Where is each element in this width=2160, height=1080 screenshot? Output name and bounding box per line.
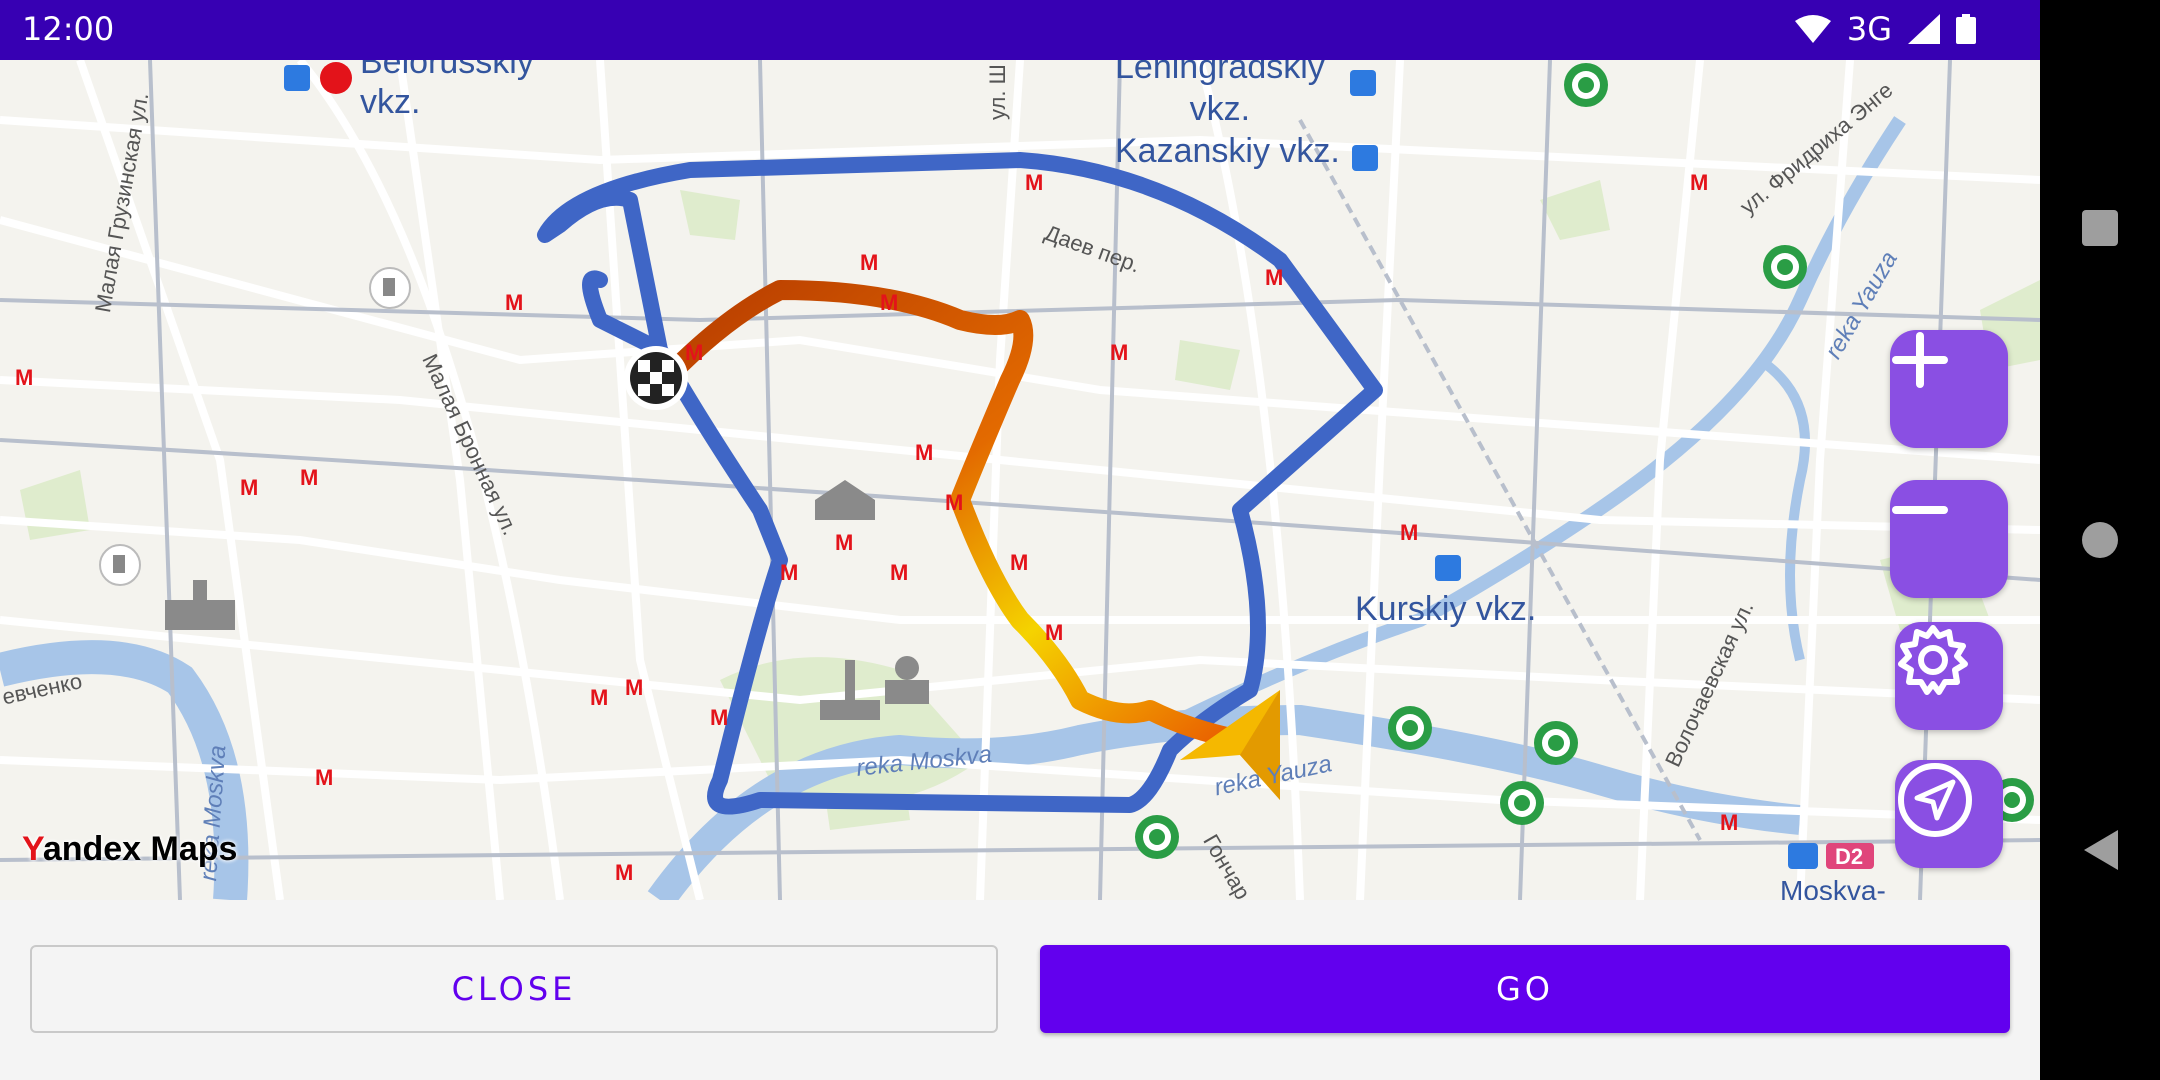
metro-icon: M <box>890 560 908 585</box>
metro-icon: M <box>1265 265 1283 290</box>
train-icon <box>1788 843 1818 869</box>
fuel-station-icon <box>1564 63 1608 107</box>
metro-icon: M <box>1010 550 1028 575</box>
fuel-station-icon <box>1500 781 1544 825</box>
home-button[interactable] <box>2040 520 2160 560</box>
metro-icon: M <box>15 365 33 390</box>
theater-icon <box>815 480 875 520</box>
cathedral-icon <box>885 656 929 704</box>
settings-button[interactable] <box>1895 622 2003 730</box>
fuel-station-icon <box>1534 721 1578 765</box>
metro-icon: M <box>780 560 798 585</box>
zoom-in-button[interactable] <box>1890 330 2008 448</box>
status-time: 12:00 <box>22 10 115 48</box>
train-icon <box>1352 145 1378 171</box>
metro-icon: M <box>1045 620 1063 645</box>
gas-station-icon <box>99 544 141 586</box>
status-icons: 3G <box>1794 10 1976 48</box>
metro-icon: M <box>880 290 898 315</box>
plus-icon <box>1892 332 1948 388</box>
gear-icon <box>1898 625 1968 695</box>
metro-icon: M <box>685 340 703 365</box>
map-view[interactable]: M M M M M M M M M M M M M M M M M M M M <box>0 60 2040 900</box>
square-icon <box>2082 210 2118 246</box>
metro-icon: M <box>860 250 878 275</box>
fuel-station-icon <box>1388 706 1432 750</box>
system-navigation-bar <box>2040 0 2160 1080</box>
battery-icon <box>1956 14 1976 44</box>
close-button[interactable]: CLOSE <box>30 945 998 1033</box>
street-label: ул. Ш <box>985 64 1010 120</box>
back-button[interactable] <box>2040 828 2160 872</box>
d2-badge-label: D2 <box>1835 844 1863 869</box>
star-icon <box>320 62 352 94</box>
fuel-station-icon <box>1135 815 1179 859</box>
station-label-moskva: Moskva- <box>1780 875 1886 900</box>
metro-icon: M <box>1400 520 1418 545</box>
go-button[interactable]: GO <box>1040 945 2010 1033</box>
gas-station-icon <box>369 267 411 309</box>
status-bar: 12:00 3G <box>0 0 2040 60</box>
metro-icon: M <box>1720 810 1738 835</box>
app-screen: 12:00 3G M M M M M M M M M M M M M M M M… <box>0 0 2040 1080</box>
route-actions-panel: CLOSE GO <box>0 900 2040 1080</box>
triangle-back-icon <box>2084 830 2118 870</box>
station-label-belorusskiy: Belorusskiy vkz. <box>360 60 534 121</box>
circle-icon <box>2082 522 2118 558</box>
navigation-arrow-icon <box>1898 763 1972 837</box>
train-icon <box>284 65 310 91</box>
metro-icon: M <box>915 440 933 465</box>
building-icon <box>165 580 235 630</box>
zoom-out-button[interactable] <box>1890 480 2008 598</box>
metro-icon: M <box>945 490 963 515</box>
metro-icon: M <box>710 705 728 730</box>
locate-button[interactable] <box>1895 760 2003 868</box>
start-marker <box>624 346 688 410</box>
fuel-station-icon <box>1763 245 1807 289</box>
train-icon <box>1350 70 1376 96</box>
metro-icon: M <box>625 675 643 700</box>
metro-icon: M <box>835 530 853 555</box>
train-icon <box>1435 555 1461 581</box>
recents-button[interactable] <box>2040 208 2160 248</box>
signal-icon <box>1908 14 1940 44</box>
wifi-icon <box>1794 15 1831 43</box>
station-label-kazanskiy: Kazanskiy vkz. <box>1115 132 1340 170</box>
station-label-leningradskiy: Leningradskiy vkz. <box>1115 60 1325 128</box>
metro-icon: M <box>505 290 523 315</box>
metro-icon: M <box>240 475 258 500</box>
metro-icon: M <box>1025 170 1043 195</box>
station-label-kurskiy: Kurskiy vkz. <box>1355 590 1537 628</box>
minus-icon <box>1892 506 1948 514</box>
metro-icon: M <box>315 765 333 790</box>
metro-icon: M <box>615 860 633 885</box>
metro-icon: M <box>300 465 318 490</box>
map-canvas: M M M M M M M M M M M M M M M M M M M M <box>0 60 2040 900</box>
yandex-maps-logo: Yandex Maps <box>22 830 238 868</box>
metro-icon: M <box>1110 340 1128 365</box>
metro-icon: M <box>1690 170 1708 195</box>
metro-icon: M <box>590 685 608 710</box>
network-type: 3G <box>1846 10 1892 48</box>
